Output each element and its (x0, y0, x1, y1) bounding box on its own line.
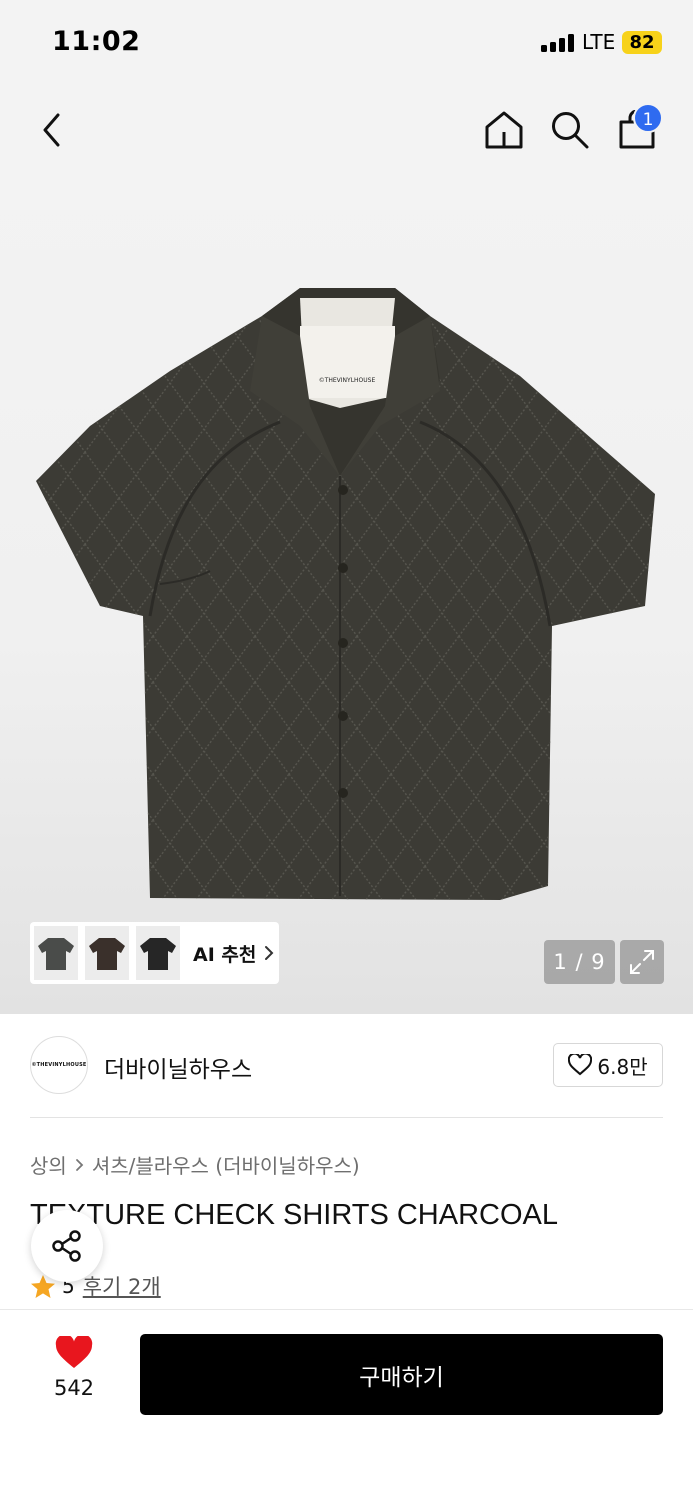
share-button[interactable] (31, 1210, 103, 1282)
expand-image-button[interactable] (620, 940, 664, 984)
label-tag-text: ©THEVINYLHOUSE (319, 377, 376, 384)
breadcrumb-item[interactable]: 셔츠/블라우스 (더바이닐하우스) (92, 1150, 360, 1179)
chevron-left-icon (43, 113, 60, 147)
product-title: TEXTURE CHECK SHIRTS CHARCOAL (30, 1199, 558, 1231)
home-icon (485, 111, 523, 149)
cart-count-badge: 1 (633, 103, 663, 133)
status-time: 11:02 (52, 26, 141, 57)
recommendation-thumbnail[interactable] (85, 926, 129, 980)
back-button[interactable] (28, 106, 76, 154)
breadcrumb-item[interactable]: 상의 (30, 1150, 67, 1179)
search-button[interactable] (546, 106, 594, 154)
brand-name[interactable]: 더바이닐하우스 (104, 1050, 252, 1084)
heart-filled-icon (55, 1336, 93, 1368)
brand-logo-text: ©THEVINYLHOUSE (31, 1062, 87, 1068)
search-icon (552, 112, 589, 149)
status-bar: 11:02 LTE 82 (0, 0, 693, 84)
buy-button[interactable]: 구매하기 (140, 1334, 663, 1415)
chevron-right-icon (75, 1158, 84, 1172)
wishlist-count: 542 (53, 1376, 95, 1400)
product-image: ©THEVINYLHOUSE (36, 288, 655, 900)
share-icon (52, 1230, 81, 1262)
heart-outline-icon (568, 1054, 593, 1076)
review-count-link[interactable]: 후기 2개 (83, 1271, 161, 1301)
battery-indicator: 82 (622, 31, 662, 54)
top-nav (0, 84, 693, 176)
recommendation-thumbnail[interactable] (136, 926, 180, 980)
ai-recommendation-label: AI 추천 (193, 943, 257, 966)
brand-like-count: 6.8만 (597, 1054, 648, 1079)
recommendation-thumbnail[interactable] (34, 926, 78, 980)
chevron-right-icon (265, 946, 274, 960)
network-type: LTE (582, 30, 616, 54)
divider (30, 1117, 663, 1118)
image-counter: 1 / 9 (544, 940, 615, 984)
ai-recommendation-button[interactable]: AI 추천 (30, 922, 279, 984)
home-button[interactable] (480, 106, 528, 154)
signal-icon (541, 34, 577, 52)
breadcrumb: 상의 셔츠/블라우스 (더바이닐하우스) (30, 1150, 360, 1179)
expand-icon (630, 950, 654, 974)
wishlist-button[interactable]: 542 (40, 1336, 108, 1400)
brand-logo[interactable]: ©THEVINYLHOUSE (30, 1036, 88, 1094)
brand-like-button[interactable]: 6.8만 (553, 1043, 663, 1087)
product-image-gallery[interactable]: ©THEVINYLHOUSE (0, 176, 693, 1014)
